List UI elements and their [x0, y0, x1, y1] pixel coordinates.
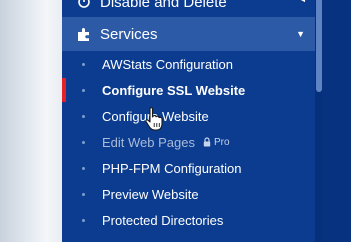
lock-icon: [203, 137, 211, 147]
menu-item-disable-delete[interactable]: Disable and Delete ◀: [62, 0, 315, 13]
submenu-item-preview-website[interactable]: Preview Website: [62, 183, 315, 205]
submenu-item-configure-ssl-website[interactable]: Configure SSL Website: [62, 79, 315, 101]
hand-pointer-icon: [145, 107, 163, 131]
submenu-item-label: Edit Web Pages: [102, 134, 195, 150]
submenu-item-configure-website[interactable]: Configure Website: [62, 105, 315, 127]
bullet: [82, 89, 85, 92]
submenu-item-protected-directories[interactable]: Protected Directories: [62, 209, 315, 231]
menu-item-services[interactable]: Services ▼: [62, 17, 315, 51]
submenu-item-label: Preview Website: [102, 186, 199, 202]
menu-item-label: Disable and Delete: [100, 0, 227, 11]
pro-badge: Pro: [213, 136, 230, 148]
submenu-item-awstats[interactable]: AWStats Configuration: [62, 53, 315, 75]
puzzle-icon: [76, 26, 92, 42]
bullet: [82, 219, 85, 222]
bullet: [82, 167, 85, 170]
bullet: [82, 193, 85, 196]
bullet: [82, 141, 85, 144]
sidebar-scrollbar-thumb[interactable]: [316, 0, 322, 92]
toggle-icon: [76, 0, 92, 10]
submenu-item-label: AWStats Configuration: [102, 56, 234, 72]
bullet: [82, 63, 85, 66]
submenu-item-label: Configure SSL Website: [102, 82, 246, 98]
chevron-down-icon: ▼: [296, 29, 305, 39]
submenu-item-php-fpm[interactable]: PHP-FPM Configuration: [62, 157, 315, 179]
page-background: [0, 0, 62, 242]
submenu-item-edit-web-pages[interactable]: Edit Web Pages Pro: [62, 131, 315, 153]
menu-item-label: Services: [100, 25, 158, 43]
submenu-item-label: Protected Directories: [102, 212, 224, 228]
bullet: [82, 115, 85, 118]
chevron-left-icon: ◀: [298, 0, 305, 4]
submenu-item-label: PHP-FPM Configuration: [102, 160, 242, 176]
